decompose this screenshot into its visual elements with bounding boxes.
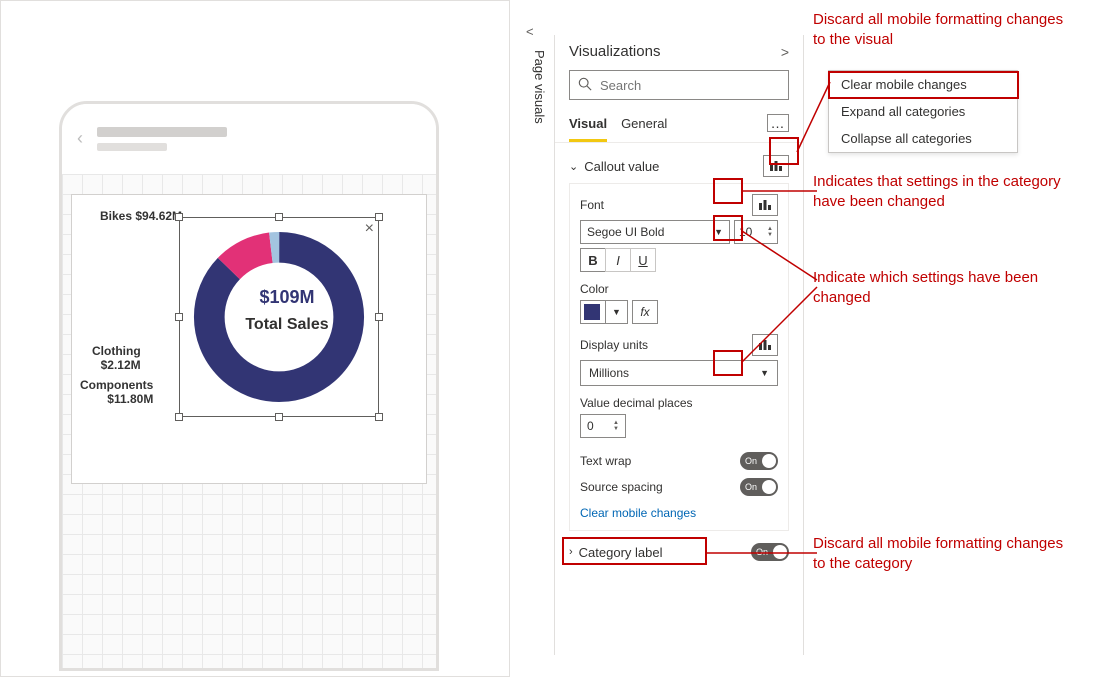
search-input[interactable] [598,77,780,94]
spinner-icon[interactable]: ▲▼ [613,420,619,432]
menu-collapse-all[interactable]: Collapse all categories [829,125,1017,152]
menu-clear-mobile-changes[interactable]: Clear mobile changes [829,71,1017,98]
font-size-value: 10 [739,225,752,239]
color-label: Color [580,282,609,296]
font-size-input[interactable]: 10 ▲▼ [734,220,778,244]
data-label-bikes: Bikes $94.62M [100,209,182,223]
visualizations-panel: Visualizations > Visual General … ⌄ Call… [554,35,804,655]
decimal-label: Value decimal places [580,396,693,410]
more-options-menu: Clear mobile changes Expand all categori… [828,70,1018,153]
panel-title: Visualizations [569,43,660,60]
resize-handle[interactable] [175,413,183,421]
page-visuals-tab[interactable]: Page visuals [525,50,547,124]
search-box[interactable] [569,70,789,100]
spinner-icon[interactable]: ▲▼ [767,226,773,238]
chevron-down-icon: ▼ [714,227,723,237]
chevron-down-icon: ⌄ [569,160,578,173]
back-icon[interactable]: ‹ [77,128,83,149]
tab-general[interactable]: General [621,110,667,142]
font-value: Segoe UI Bold [587,225,664,239]
category-changed-icon[interactable] [763,155,789,177]
text-wrap-toggle[interactable]: On [740,452,778,470]
decimal-value: 0 [587,419,594,433]
font-select[interactable]: Segoe UI Bold ▼ [580,220,730,244]
font-label: Font [580,198,604,212]
color-picker[interactable] [580,300,606,324]
color-dropdown[interactable]: ▼ [606,300,628,324]
menu-expand-all[interactable]: Expand all categories [829,98,1017,125]
center-value: $109M [242,287,332,308]
resize-handle[interactable] [375,213,383,221]
panel-collapse-icon[interactable]: > [781,44,789,60]
phone-mockup: ‹ Bikes $94.62M × [59,101,439,671]
search-icon [578,77,592,94]
text-wrap-label: Text wrap [580,454,631,468]
resize-handle[interactable] [275,413,283,421]
resize-handle[interactable] [175,313,183,321]
resize-handle[interactable] [375,413,383,421]
collapse-chevron-icon[interactable]: < [526,24,534,39]
bold-button[interactable]: B [580,248,606,272]
font-changed-icon[interactable] [752,194,778,216]
fx-button[interactable]: fx [632,300,658,324]
resize-handle[interactable] [375,313,383,321]
chart-card[interactable]: Bikes $94.62M × [71,194,427,484]
anno-discard-category: Discard all mobile formatting changes to… [813,534,1073,573]
category-category-label[interactable]: › Category label On [555,531,803,573]
color-swatch [584,304,600,320]
category-callout-value[interactable]: ⌄ Callout value [555,143,803,183]
phone-header: ‹ [62,104,436,174]
decimal-input[interactable]: 0 ▲▼ [580,414,626,438]
category-title: Category label [579,545,663,560]
chart-center: $109M Total Sales [242,287,332,334]
tab-visual[interactable]: Visual [569,110,607,142]
italic-button[interactable]: I [605,248,631,272]
title-skeleton [97,127,227,151]
display-units-select[interactable]: Millions ▼ [580,360,778,386]
center-label: Total Sales [242,316,332,334]
data-label-components: Components $11.80M [80,378,153,407]
category-title: Callout value [584,159,659,174]
category-label-toggle[interactable]: On [751,543,789,561]
chevron-right-icon: › [569,546,573,558]
source-spacing-label: Source spacing [580,480,663,494]
resize-handle[interactable] [175,213,183,221]
clear-mobile-changes-link[interactable]: Clear mobile changes [580,506,696,520]
anno-category-changed: Indicates that settings in the category … [813,172,1083,211]
display-units-label: Display units [580,338,648,352]
canvas-area: ‹ Bikes $94.62M × [0,0,510,677]
anno-discard-visual: Discard all mobile formatting changes to… [813,10,1073,49]
underline-button[interactable]: U [630,248,656,272]
more-options-button[interactable]: … [767,114,789,132]
callout-section: Font Segoe UI Bold ▼ 10 ▲▼ B I U [569,183,789,531]
source-spacing-toggle[interactable]: On [740,478,778,496]
design-grid[interactable]: Bikes $94.62M × [62,174,436,668]
anno-settings-changed: Indicate which settings have been change… [813,268,1073,307]
data-label-clothing: Clothing $2.12M [92,344,141,373]
display-units-value: Millions [589,366,629,380]
chevron-down-icon: ▼ [760,368,769,378]
display-units-changed-icon[interactable] [752,334,778,356]
resize-handle[interactable] [275,213,283,221]
